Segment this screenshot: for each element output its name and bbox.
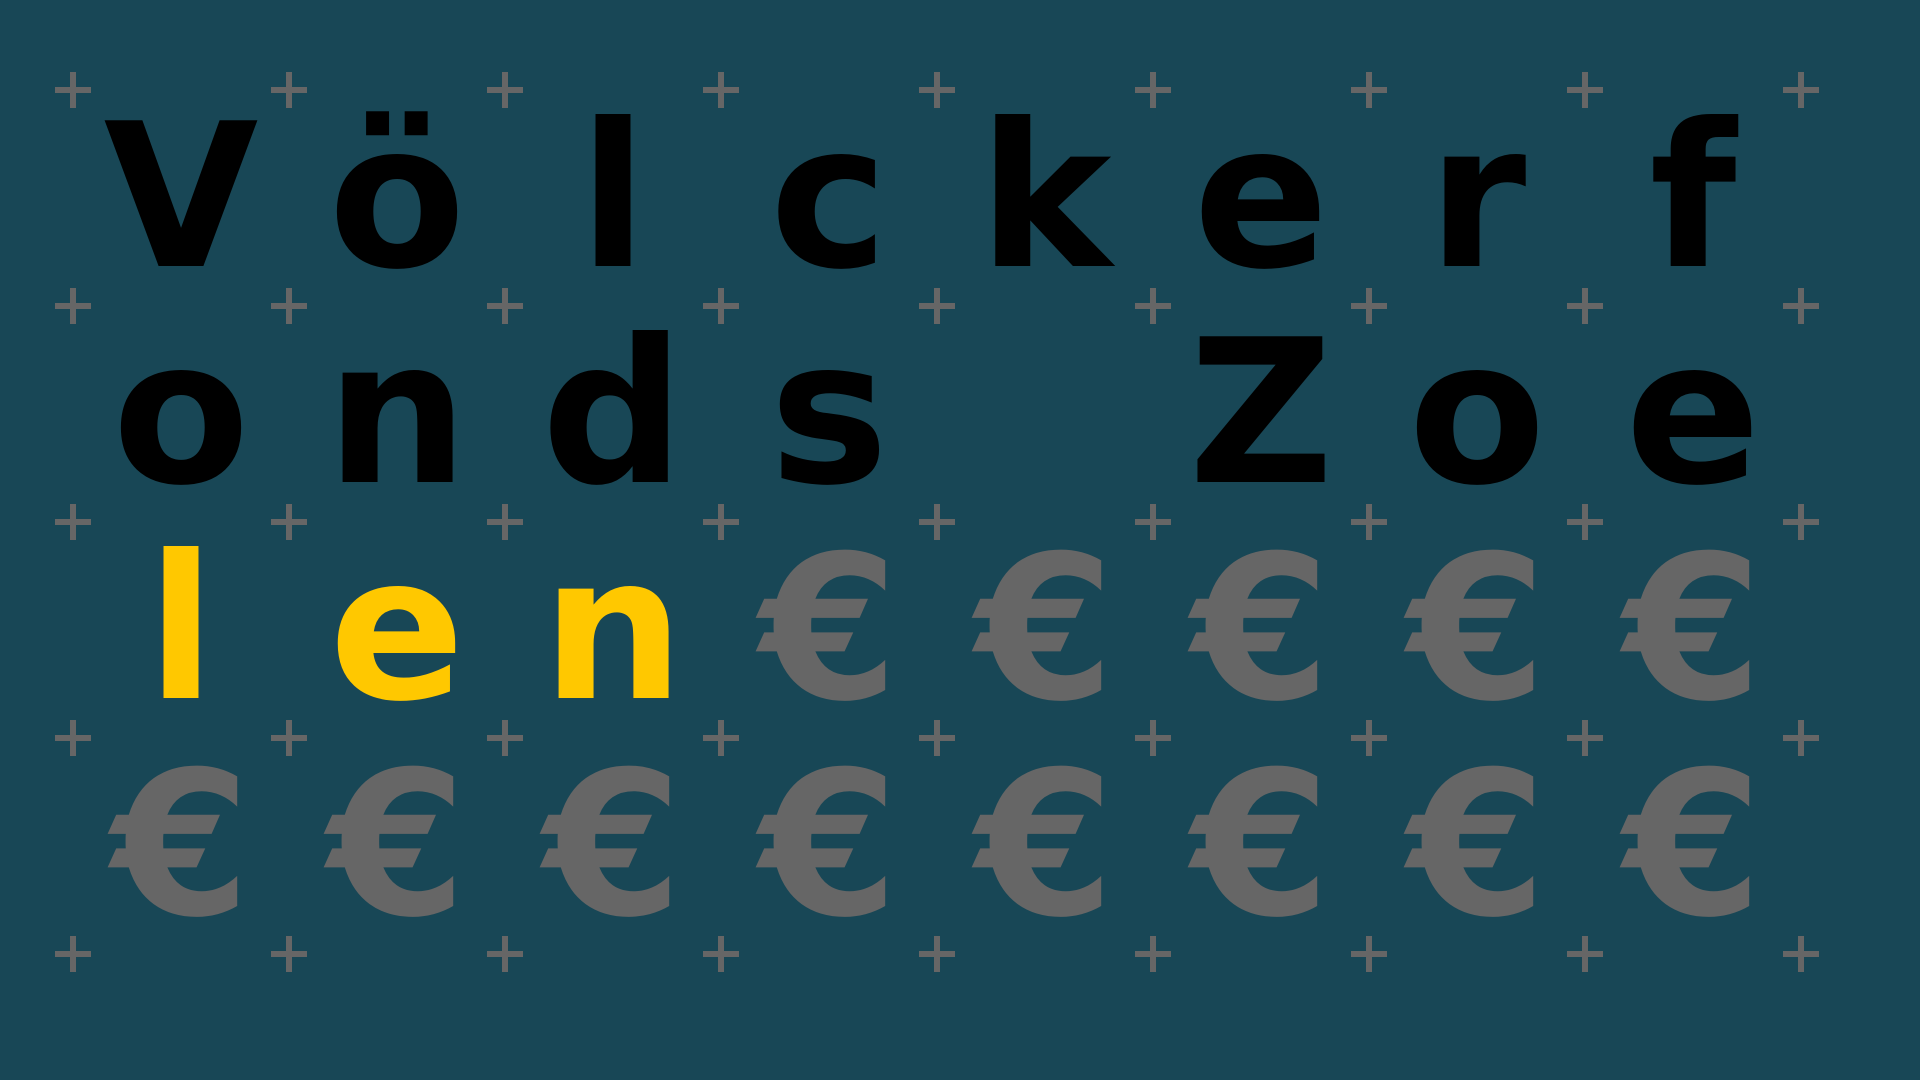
cell-r4-c6[interactable]: € — [1161, 738, 1361, 954]
cell-r2-c2[interactable]: n — [297, 306, 497, 522]
cell-r1-c1[interactable]: V — [81, 90, 281, 306]
cell-r1-c2[interactable]: ö — [297, 90, 497, 306]
cell-r4-c2[interactable]: € — [297, 738, 497, 954]
cell-r2-c6[interactable]: Z — [1161, 306, 1361, 522]
cell-r3-c8[interactable]: € — [1593, 522, 1793, 738]
cell-r3-c7[interactable]: € — [1377, 522, 1577, 738]
cell-r2-c7[interactable]: o — [1377, 306, 1577, 522]
cell-r1-c8[interactable]: f — [1593, 90, 1793, 306]
cell-r2-c1[interactable]: o — [81, 306, 281, 522]
cell-r1-c4[interactable]: c — [729, 90, 929, 306]
cell-r1-c6[interactable]: e — [1161, 90, 1361, 306]
cell-r3-c6[interactable]: € — [1161, 522, 1361, 738]
cell-r1-c7[interactable]: r — [1377, 90, 1577, 306]
cell-r4-c8[interactable]: € — [1593, 738, 1793, 954]
cell-r4-c3[interactable]: € — [513, 738, 713, 954]
cell-r4-c4[interactable]: € — [729, 738, 929, 954]
cell-r2-c3[interactable]: d — [513, 306, 713, 522]
cell-r1-c5[interactable]: k — [945, 90, 1145, 306]
cell-r3-c1[interactable]: l — [81, 522, 281, 738]
cell-r3-c4[interactable]: € — [729, 522, 929, 738]
cell-r2-c4[interactable]: s — [729, 306, 929, 522]
cell-r2-c5[interactable] — [945, 306, 1145, 522]
cell-r4-c5[interactable]: € — [945, 738, 1145, 954]
cell-r4-c1[interactable]: € — [81, 738, 281, 954]
cell-r3-c5[interactable]: € — [945, 522, 1145, 738]
cell-r3-c2[interactable]: e — [297, 522, 497, 738]
cell-r1-c3[interactable]: l — [513, 90, 713, 306]
letter-board: Vö l c k e r f o n d s Zo e l e n € € € € € € € € € € € € € — [0, 0, 1920, 1080]
cell-r2-c8[interactable]: e — [1593, 306, 1793, 522]
cell-r3-c3[interactable]: n — [513, 522, 713, 738]
cell-r4-c7[interactable]: € — [1377, 738, 1577, 954]
